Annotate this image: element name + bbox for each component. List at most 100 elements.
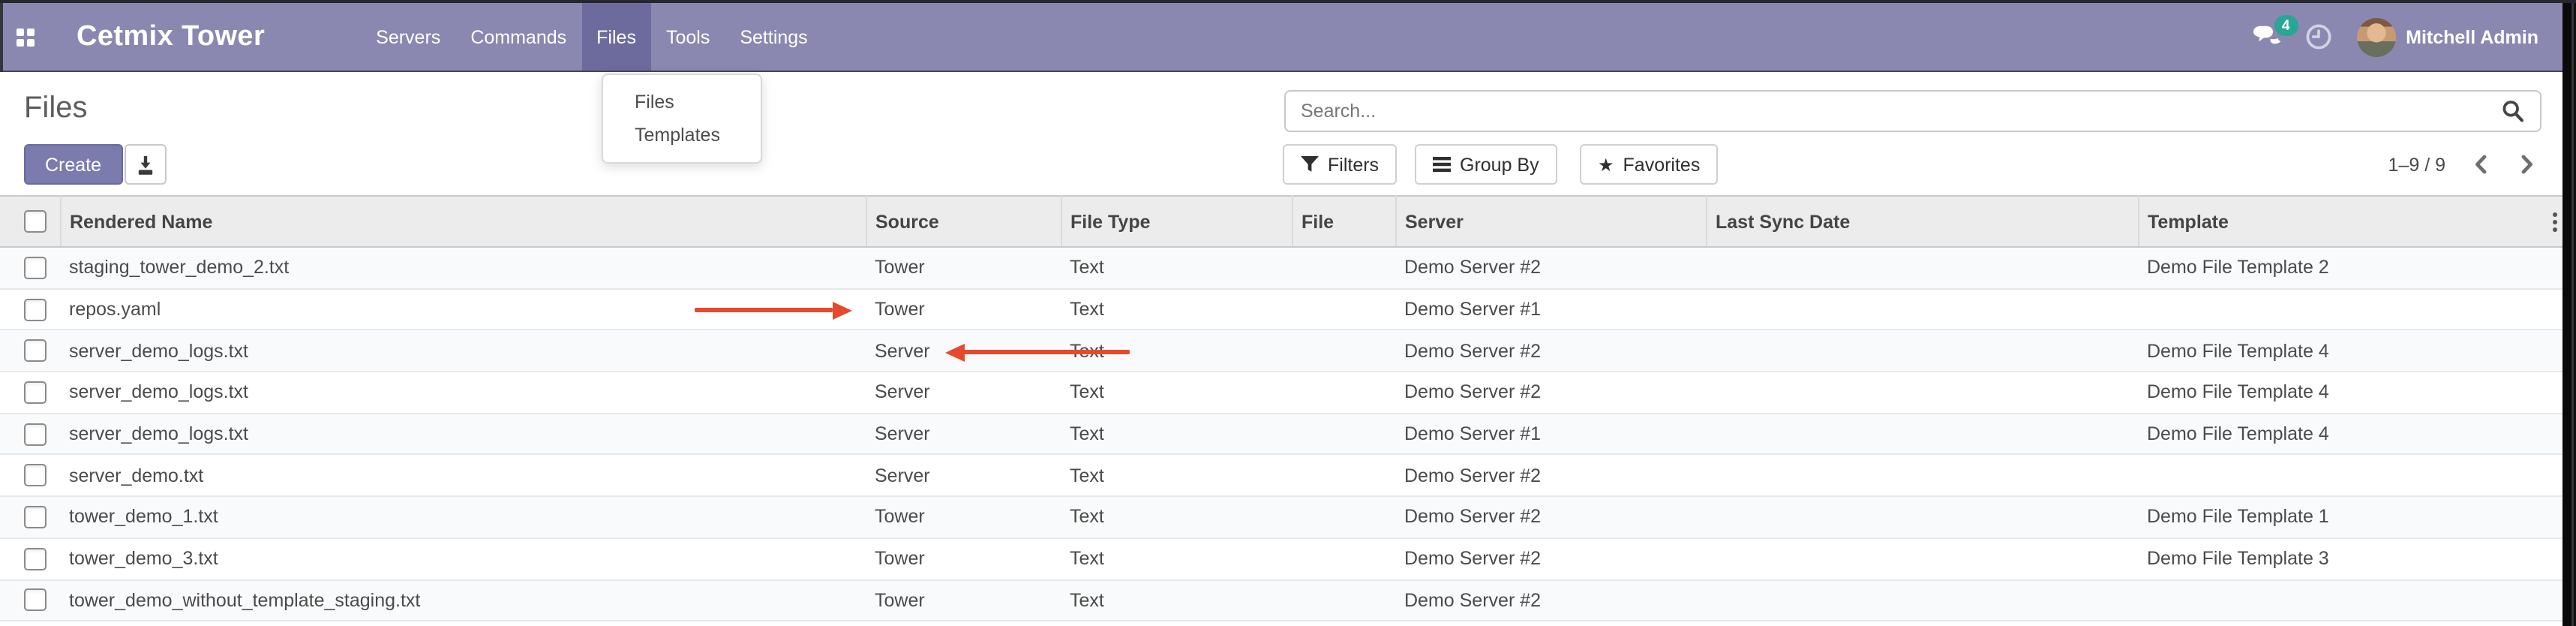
magnifier-icon[interactable] [2501, 99, 2525, 123]
nav-item-files[interactable]: Files [581, 3, 651, 71]
cell-source: Tower [866, 288, 1061, 330]
cell-source: Server [866, 455, 1061, 496]
filter-button-label: Favorites [1623, 154, 1701, 175]
cell-template [2138, 288, 2562, 330]
cell-template: Demo File Template 4 [2138, 372, 2562, 413]
table-row[interactable]: repos.yamlTowerTextDemo Server #1 [0, 288, 2562, 330]
row-checkbox[interactable] [24, 381, 47, 404]
row-checkbox[interactable] [24, 298, 47, 321]
dropdown-item-templates[interactable]: Templates [603, 119, 761, 152]
table-row[interactable]: server_demo.txtServerTextDemo Server #2 [0, 455, 2562, 496]
pager: 1–9 / 9 [2340, 144, 2544, 185]
pager-next-button[interactable] [2510, 155, 2544, 174]
cell-name: server_demo.txt [60, 455, 866, 496]
nav-item-commands[interactable]: Commands [455, 3, 581, 71]
screen-right-edge [2562, 0, 2576, 626]
cell-name: tower_demo_without_template_staging.txt [60, 579, 866, 621]
table-row[interactable]: tower_demo_3.txtTowerTextDemo Server #2D… [0, 538, 2562, 579]
col-header-server[interactable]: Server [1395, 196, 1706, 247]
row-checkbox[interactable] [24, 465, 47, 487]
filters-button[interactable]: Filters [1283, 144, 1397, 185]
cell-file [1292, 330, 1395, 372]
cell-file_type: Text [1061, 247, 1292, 288]
pager-prev-button[interactable] [2463, 155, 2498, 174]
chevron-right-icon [2520, 155, 2534, 174]
cell-checkbox [0, 496, 60, 537]
nav-item-tools[interactable]: Tools [651, 3, 725, 71]
activities-menu-button[interactable] [2304, 23, 2332, 51]
cell-last_sync [1706, 288, 2138, 330]
search-input[interactable] [1286, 101, 2501, 122]
apps-grid-icon[interactable] [17, 28, 35, 46]
clock-icon [2304, 23, 2332, 51]
cell-last_sync [1706, 538, 2138, 579]
group-by-button[interactable]: Group By [1415, 144, 1557, 185]
table-row[interactable]: server_demo_logs.txtServerTextDemo Serve… [0, 330, 2562, 372]
nav-item-settings[interactable]: Settings [725, 3, 822, 71]
cell-last_sync [1706, 247, 2138, 288]
cell-file_type: Text [1061, 414, 1292, 455]
col-header-file[interactable]: File [1292, 196, 1395, 247]
page-title: Files [24, 92, 87, 126]
group-by-bars-icon [1433, 156, 1451, 173]
optional-columns-toggle[interactable] [2552, 212, 2558, 237]
cell-checkbox [0, 579, 60, 621]
messages-menu-button[interactable]: 4 [2251, 24, 2283, 50]
col-header-rendered-name[interactable]: Rendered Name [60, 196, 866, 247]
create-button[interactable]: Create [24, 144, 122, 185]
cell-checkbox [0, 247, 60, 288]
user-menu-button[interactable]: Mitchell Admin [2406, 26, 2538, 47]
row-checkbox[interactable] [24, 257, 47, 279]
cell-name: server_demo_logs.txt [60, 414, 866, 455]
search-bar [1284, 90, 2541, 132]
user-avatar[interactable] [2356, 17, 2395, 56]
row-checkbox[interactable] [24, 547, 47, 570]
cell-file [1292, 288, 1395, 330]
download-icon [135, 154, 156, 175]
row-checkbox[interactable] [24, 589, 47, 612]
col-header-template[interactable]: Template [2138, 196, 2562, 247]
cell-file [1292, 414, 1395, 455]
col-header-source[interactable]: Source [866, 196, 1061, 247]
table-row[interactable]: server_demo_logs.txtServerTextDemo Serve… [0, 414, 2562, 455]
cell-checkbox [0, 330, 60, 372]
cell-source: Server [866, 414, 1061, 455]
row-checkbox[interactable] [24, 423, 47, 445]
screen-left-edge [0, 0, 3, 72]
cell-server: Demo Server #2 [1395, 579, 1706, 621]
messages-badge: 4 [2274, 15, 2298, 36]
row-checkbox[interactable] [24, 506, 47, 528]
cell-template: Demo File Template 4 [2138, 330, 2562, 372]
files-dropdown-menu: FilesTemplates [602, 74, 762, 164]
cell-server: Demo Server #2 [1395, 247, 1706, 288]
cell-server: Demo Server #2 [1395, 372, 1706, 413]
cell-file_type: Text [1061, 372, 1292, 413]
table-row[interactable]: staging_tower_demo_2.txtTowerTextDemo Se… [0, 247, 2562, 288]
cell-checkbox [0, 455, 60, 496]
import-button[interactable] [125, 144, 167, 185]
table-row[interactable]: tower_demo_without_template_staging.txtT… [0, 579, 2562, 621]
cell-file [1292, 579, 1395, 621]
cell-last_sync [1706, 455, 2138, 496]
star-icon: ★ [1598, 155, 1614, 173]
table-row[interactable]: server_demo_logs.txtServerTextDemo Serve… [0, 372, 2562, 413]
cell-last_sync [1706, 496, 2138, 537]
row-checkbox[interactable] [24, 339, 47, 362]
col-header-file-type[interactable]: File Type [1061, 196, 1292, 247]
select-all-checkbox[interactable] [24, 210, 47, 233]
table-row[interactable]: tower_demo_1.txtTowerTextDemo Server #2D… [0, 496, 2562, 537]
cell-template: Demo File Template 2 [2138, 247, 2562, 288]
col-header-last-sync-date[interactable]: Last Sync Date [1706, 196, 2138, 247]
cell-file_type: Text [1061, 330, 1292, 372]
cell-template: Demo File Template 1 [2138, 496, 2562, 537]
screen-top-edge [0, 0, 2576, 3]
cell-last_sync [1706, 414, 2138, 455]
dropdown-item-files[interactable]: Files [603, 86, 761, 119]
nav-item-servers[interactable]: Servers [361, 3, 455, 71]
brand-title[interactable]: Cetmix Tower [77, 20, 265, 53]
cell-file_type: Text [1061, 538, 1292, 579]
select-all-header-cell [0, 196, 60, 247]
favorites-button[interactable]: ★ Favorites [1580, 144, 1718, 185]
cell-name: server_demo_logs.txt [60, 330, 866, 372]
filter-button-label: Filters [1328, 154, 1379, 175]
